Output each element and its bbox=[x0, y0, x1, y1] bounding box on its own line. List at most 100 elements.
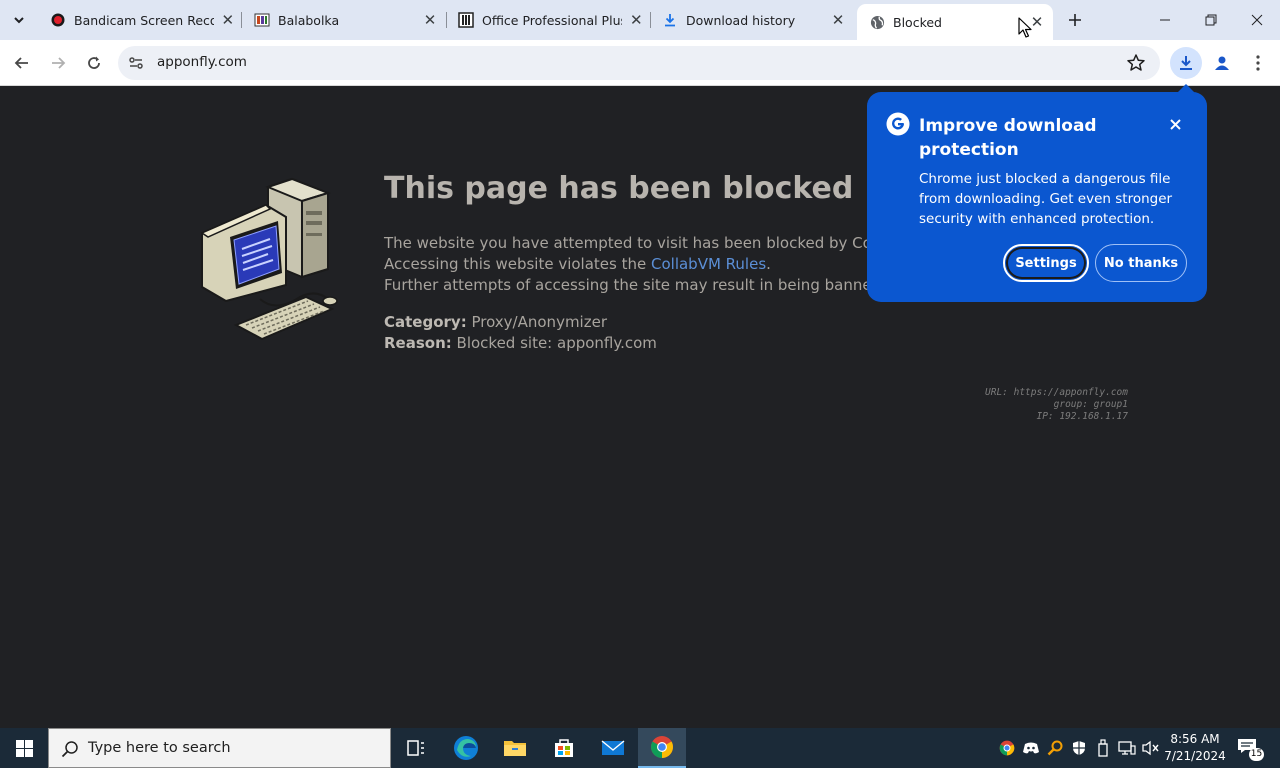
computer-illustration bbox=[200, 177, 338, 341]
search-placeholder: Type here to search bbox=[88, 740, 231, 756]
edge-icon bbox=[454, 736, 478, 760]
search-icon bbox=[61, 741, 78, 758]
discord-icon bbox=[1023, 742, 1039, 754]
chrome-tray-icon bbox=[999, 740, 1015, 756]
arrow-left-icon bbox=[14, 57, 28, 69]
volume-muted-icon bbox=[1142, 740, 1159, 756]
category-row: Category: Proxy/Anonymizer bbox=[384, 312, 657, 333]
tab-office[interactable]: Office Professional Plus 2016 ✕ bbox=[446, 0, 650, 40]
page-title: This page has been blocked bbox=[384, 171, 854, 206]
defender-icon bbox=[1073, 741, 1085, 755]
action-center-button[interactable]: 15 bbox=[1236, 737, 1264, 761]
download-protection-bubble: Improve download protection Chrome just … bbox=[867, 84, 1207, 302]
rules-text: Accessing this website violates the bbox=[384, 255, 651, 273]
task-view-button[interactable] bbox=[392, 728, 440, 768]
address-bar[interactable]: apponfly.com bbox=[118, 46, 1160, 80]
clock-time: 8:56 AM bbox=[1170, 732, 1220, 746]
bubble-title: Improve download protection bbox=[919, 116, 1097, 160]
file-explorer-icon bbox=[504, 741, 526, 756]
chevron-down-icon bbox=[14, 17, 24, 24]
balabolka-icon bbox=[254, 12, 270, 28]
windows-taskbar: Type here to search 8:56 AM 7/21/2024 15 bbox=[0, 728, 1280, 768]
close-icon bbox=[1169, 118, 1181, 130]
downloads-button[interactable] bbox=[1170, 47, 1202, 79]
bubble-message: Chrome just blocked a dangerous file fro… bbox=[919, 171, 1173, 227]
tab-title: Bandicam Screen Recorder bbox=[74, 12, 214, 28]
download-icon bbox=[1180, 56, 1192, 70]
office-site-icon bbox=[458, 12, 474, 28]
bubble-caret bbox=[1177, 84, 1195, 93]
clock-date: 7/21/2024 bbox=[1164, 749, 1226, 763]
tab-title: Blocked bbox=[893, 14, 942, 30]
google-g-icon bbox=[886, 112, 910, 136]
minimize-icon bbox=[1160, 19, 1170, 21]
url-text[interactable]: apponfly.com bbox=[157, 54, 247, 70]
download-icon bbox=[662, 12, 678, 28]
tray-search-tool[interactable] bbox=[1045, 738, 1065, 758]
diag-ip: IP: 192.168.1.17 bbox=[1036, 411, 1128, 422]
globe-icon bbox=[869, 14, 885, 30]
back-button[interactable] bbox=[7, 48, 37, 78]
tab-title: Download history bbox=[686, 12, 796, 28]
reload-icon bbox=[88, 56, 100, 69]
new-tab-button[interactable] bbox=[1062, 7, 1088, 33]
network-icon bbox=[1118, 741, 1136, 755]
tab-title: Balabolka bbox=[278, 12, 340, 28]
person-icon bbox=[1215, 56, 1229, 70]
restore-button[interactable] bbox=[1188, 0, 1234, 40]
taskbar-clock[interactable]: 8:56 AM 7/21/2024 bbox=[1163, 731, 1227, 765]
more-vert-icon bbox=[1256, 55, 1260, 71]
bookmark-star-icon[interactable] bbox=[1126, 53, 1146, 73]
mail-icon bbox=[601, 740, 625, 755]
bubble-close-button[interactable] bbox=[1163, 112, 1187, 136]
arrow-right-icon bbox=[52, 57, 66, 69]
taskbar-file-explorer[interactable] bbox=[491, 728, 539, 768]
close-icon[interactable]: ✕ bbox=[220, 10, 236, 30]
taskbar-chrome[interactable] bbox=[638, 728, 686, 768]
close-icon[interactable]: ✕ bbox=[420, 10, 440, 30]
reason-value: Blocked site: apponfly.com bbox=[451, 334, 657, 352]
close-icon bbox=[1251, 14, 1263, 26]
reload-button[interactable] bbox=[79, 48, 109, 78]
category-label: Category: bbox=[384, 313, 467, 331]
taskbar-edge[interactable] bbox=[442, 728, 490, 768]
taskbar-mail[interactable] bbox=[589, 728, 637, 768]
close-icon[interactable]: ✕ bbox=[828, 10, 848, 30]
usb-icon bbox=[1098, 739, 1108, 757]
tab-bandicam[interactable]: Bandicam Screen Recorder ✕ bbox=[38, 0, 242, 40]
task-view-icon bbox=[407, 740, 424, 756]
rules-link[interactable]: CollabVM Rules bbox=[651, 255, 766, 273]
bandicam-icon bbox=[50, 12, 66, 28]
close-icon[interactable]: ✕ bbox=[628, 10, 644, 30]
taskbar-store[interactable] bbox=[540, 728, 588, 768]
block-details: Category: Proxy/Anonymizer Reason: Block… bbox=[384, 312, 657, 354]
tab-balabolka[interactable]: Balabolka ✕ bbox=[242, 0, 446, 40]
tray-network[interactable] bbox=[1117, 738, 1137, 758]
taskbar-search-box[interactable]: Type here to search bbox=[48, 728, 391, 768]
tab-download-history[interactable]: Download history ✕ bbox=[650, 0, 854, 40]
windows-logo-icon bbox=[15, 739, 33, 757]
search-tool-icon bbox=[1047, 740, 1063, 756]
browser-toolbar: apponfly.com bbox=[0, 40, 1280, 86]
store-icon bbox=[555, 739, 573, 757]
no-thanks-button[interactable]: No thanks bbox=[1095, 244, 1187, 282]
browser-menu-button[interactable] bbox=[1244, 48, 1272, 78]
start-button[interactable] bbox=[0, 728, 48, 768]
tray-defender[interactable] bbox=[1069, 738, 1089, 758]
reason-label: Reason: bbox=[384, 334, 452, 352]
tray-volume[interactable] bbox=[1141, 738, 1161, 758]
forward-button[interactable] bbox=[43, 48, 73, 78]
tab-title: Office Professional Plus 2016 bbox=[482, 12, 622, 28]
tab-search-button[interactable] bbox=[6, 7, 32, 33]
tray-usb[interactable] bbox=[1093, 738, 1113, 758]
reason-row: Reason: Blocked site: apponfly.com bbox=[384, 333, 657, 354]
tray-discord[interactable] bbox=[1021, 738, 1041, 758]
tray-chrome[interactable] bbox=[997, 738, 1017, 758]
site-settings-icon[interactable] bbox=[128, 55, 144, 71]
settings-button[interactable]: Settings bbox=[1003, 244, 1089, 282]
profile-button[interactable] bbox=[1207, 48, 1237, 78]
close-window-button[interactable] bbox=[1234, 0, 1280, 40]
diagnostic-info: URL: https://apponfly.com group: group1 … bbox=[985, 387, 1128, 423]
restore-icon bbox=[1205, 14, 1217, 26]
minimize-button[interactable] bbox=[1142, 0, 1188, 40]
